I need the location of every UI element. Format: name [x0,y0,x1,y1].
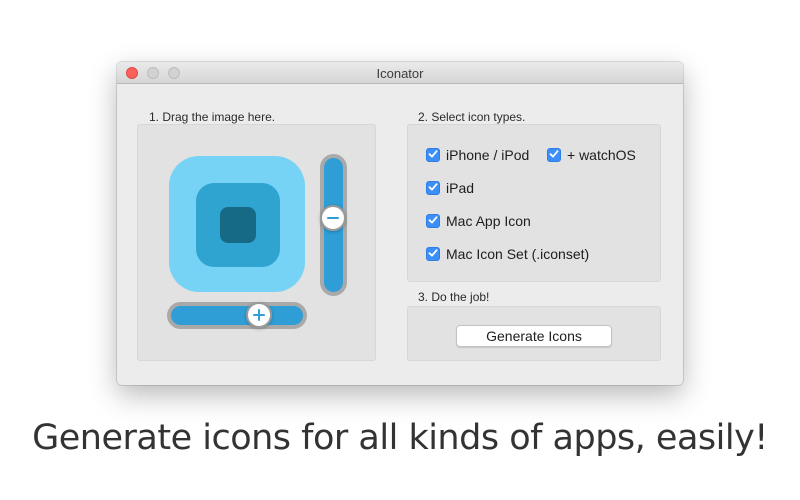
checkbox-mac-icon-set[interactable] [426,247,440,261]
title-bar: Iconator [117,62,683,84]
checkmark-icon [428,179,438,197]
checkmark-icon [549,146,559,164]
checkmark-icon [428,245,438,263]
checkbox-iphone-ipod[interactable] [426,148,440,162]
minus-icon [326,211,340,225]
option-label: iPad [446,180,475,196]
option-label: Mac Icon Set (.iconset) [446,246,590,262]
option-watchos[interactable]: + watchOS [547,147,636,163]
option-iphone-ipod[interactable]: iPhone / iPod [426,147,529,163]
checkbox-watchos[interactable] [547,148,561,162]
option-label: iPhone / iPod [446,147,530,163]
checkmark-icon [428,212,438,230]
window-title: Iconator [376,66,424,81]
icon-types-panel: iPhone / iPod + watchOS iPad Mac App Ico… [407,124,661,282]
vertical-slider-knob[interactable] [320,205,346,232]
option-mac-app-icon[interactable]: Mac App Icon [426,213,531,229]
horizontal-slider-fill [171,306,303,325]
drop-area-label: 1. Drag the image here. [149,110,276,124]
option-label: + watchOS [567,147,636,163]
generate-icons-button[interactable]: Generate Icons [456,325,612,347]
option-label: Mac App Icon [446,213,531,229]
icon-preview-inner-layer [220,207,256,243]
image-drop-area[interactable] [137,124,376,361]
checkmark-icon [428,146,438,164]
icon-preview [169,156,305,292]
tagline: Generate icons for all kinds of apps, ea… [32,418,768,458]
app-window: Iconator 1. Drag the image here. 2. Sele… [117,62,683,385]
checkbox-mac-app-icon[interactable] [426,214,440,228]
icon-preview-middle-layer [196,183,280,267]
horizontal-slider[interactable] [167,302,307,329]
checkbox-ipad[interactable] [426,181,440,195]
option-ipad[interactable]: iPad [426,180,474,196]
job-label: 3. Do the job! [418,290,490,304]
horizontal-slider-knob[interactable] [245,302,272,328]
icon-types-label: 2. Select icon types. [418,110,526,124]
option-mac-icon-set[interactable]: Mac Icon Set (.iconset) [426,246,589,262]
job-panel: Generate Icons [407,306,661,361]
plus-icon [252,308,266,322]
